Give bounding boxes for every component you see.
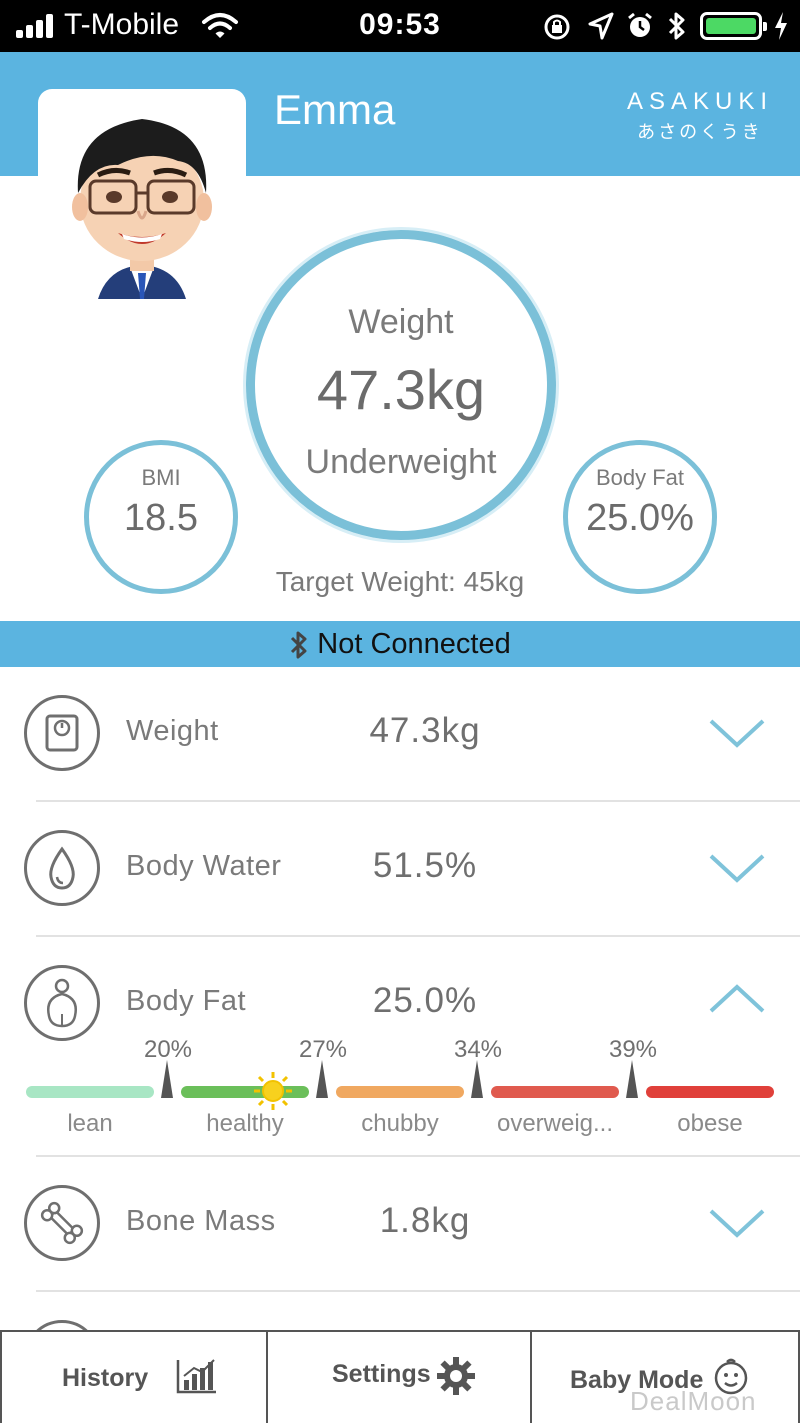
tab-label: History	[62, 1364, 149, 1392]
brand-subtitle: あさのくうき	[637, 122, 763, 142]
threshold-marker-icon	[626, 1060, 638, 1098]
scale-label: chubby	[361, 1110, 439, 1137]
battery-icon	[700, 12, 767, 40]
status-bar: T-Mobile 09:53	[0, 0, 800, 52]
metric-name: Weight	[126, 715, 219, 747]
connection-status-bar[interactable]: Not Connected	[0, 621, 800, 667]
scale-segment-lean	[26, 1086, 154, 1098]
bmi-label: BMI	[141, 465, 181, 490]
threshold-marker-icon	[161, 1060, 173, 1098]
avatar[interactable]	[38, 89, 246, 309]
chevron-down-icon[interactable]	[708, 846, 766, 886]
charging-bolt-icon	[775, 12, 787, 40]
body-fat-summary-label: Body Fat	[595, 465, 685, 490]
alarm-icon	[628, 12, 652, 37]
bluetooth-icon	[668, 12, 685, 40]
brand-name: ASAKUKI	[626, 88, 774, 115]
threshold-marker-icon	[471, 1060, 483, 1098]
scale-segment-overweight	[491, 1086, 619, 1098]
metric-row-weight[interactable]: Weight 47.3kg	[0, 667, 800, 801]
chevron-down-icon[interactable]	[708, 711, 766, 751]
threshold-marker-icon	[316, 1060, 328, 1098]
orientation-lock-icon	[544, 14, 570, 40]
brand-logo: ASAKUKI あさのくうき	[620, 88, 780, 144]
scale-segment-chubby	[336, 1086, 464, 1098]
bmi-value: 18.5	[124, 497, 198, 539]
chevron-down-icon[interactable]	[708, 1201, 766, 1241]
water-drop-icon	[24, 830, 100, 906]
metric-row-bone-mass[interactable]: Bone Mass 1.8kg	[0, 1157, 800, 1291]
weight-summary-label: Weight	[348, 303, 454, 341]
location-icon	[588, 12, 614, 40]
tab-settings[interactable]: Settings	[268, 1332, 532, 1423]
metric-value: 51.5%	[372, 846, 478, 885]
metric-value: 1.8kg	[379, 1201, 471, 1240]
metric-row-body-water[interactable]: Body Water 51.5%	[0, 802, 800, 936]
weight-summary-circle: Weight 47.3kg Underweight	[246, 230, 556, 540]
watermark-text: DealMoon	[630, 1386, 757, 1416]
scale-icon	[24, 695, 100, 771]
avatar-cartoon-icon	[72, 119, 212, 299]
metric-value: 47.3kg	[369, 711, 481, 750]
connection-status-text: Not Connected	[317, 628, 511, 660]
gear-icon	[437, 1357, 475, 1395]
weight-status: Underweight	[305, 443, 497, 481]
metric-name: Body Fat	[126, 985, 247, 1017]
scale-label: obese	[677, 1110, 743, 1137]
tab-history[interactable]: History	[0, 1332, 268, 1423]
metric-row-body-fat[interactable]: Body Fat 25.0%	[0, 937, 800, 1071]
metric-value: 25.0%	[372, 981, 478, 1020]
tab-label: Settings	[332, 1360, 431, 1388]
sun-indicator-icon	[254, 1072, 292, 1110]
bluetooth-icon	[291, 631, 307, 659]
scale-segment-obese	[646, 1086, 774, 1098]
scale-label: lean	[67, 1110, 113, 1137]
bone-icon	[24, 1185, 100, 1261]
scale-label: overweig...	[496, 1110, 614, 1137]
app-screen: T-Mobile 09:53 Emma ASAKUKI あさのくうき Weigh…	[0, 0, 800, 1423]
scale-label: healthy	[206, 1110, 284, 1137]
row-divider	[36, 1290, 800, 1292]
body-fat-summary-value: 25.0%	[586, 497, 694, 539]
metric-name: Body Water	[126, 850, 282, 882]
metric-name: Bone Mass	[126, 1205, 276, 1237]
weight-summary-value: 47.3kg	[316, 358, 486, 421]
chevron-up-icon[interactable]	[708, 979, 766, 1019]
target-weight: Target Weight: 45kg	[275, 566, 525, 597]
body-icon	[24, 965, 100, 1041]
user-name[interactable]: Emma	[274, 86, 395, 134]
bar-chart-icon	[176, 1359, 216, 1394]
